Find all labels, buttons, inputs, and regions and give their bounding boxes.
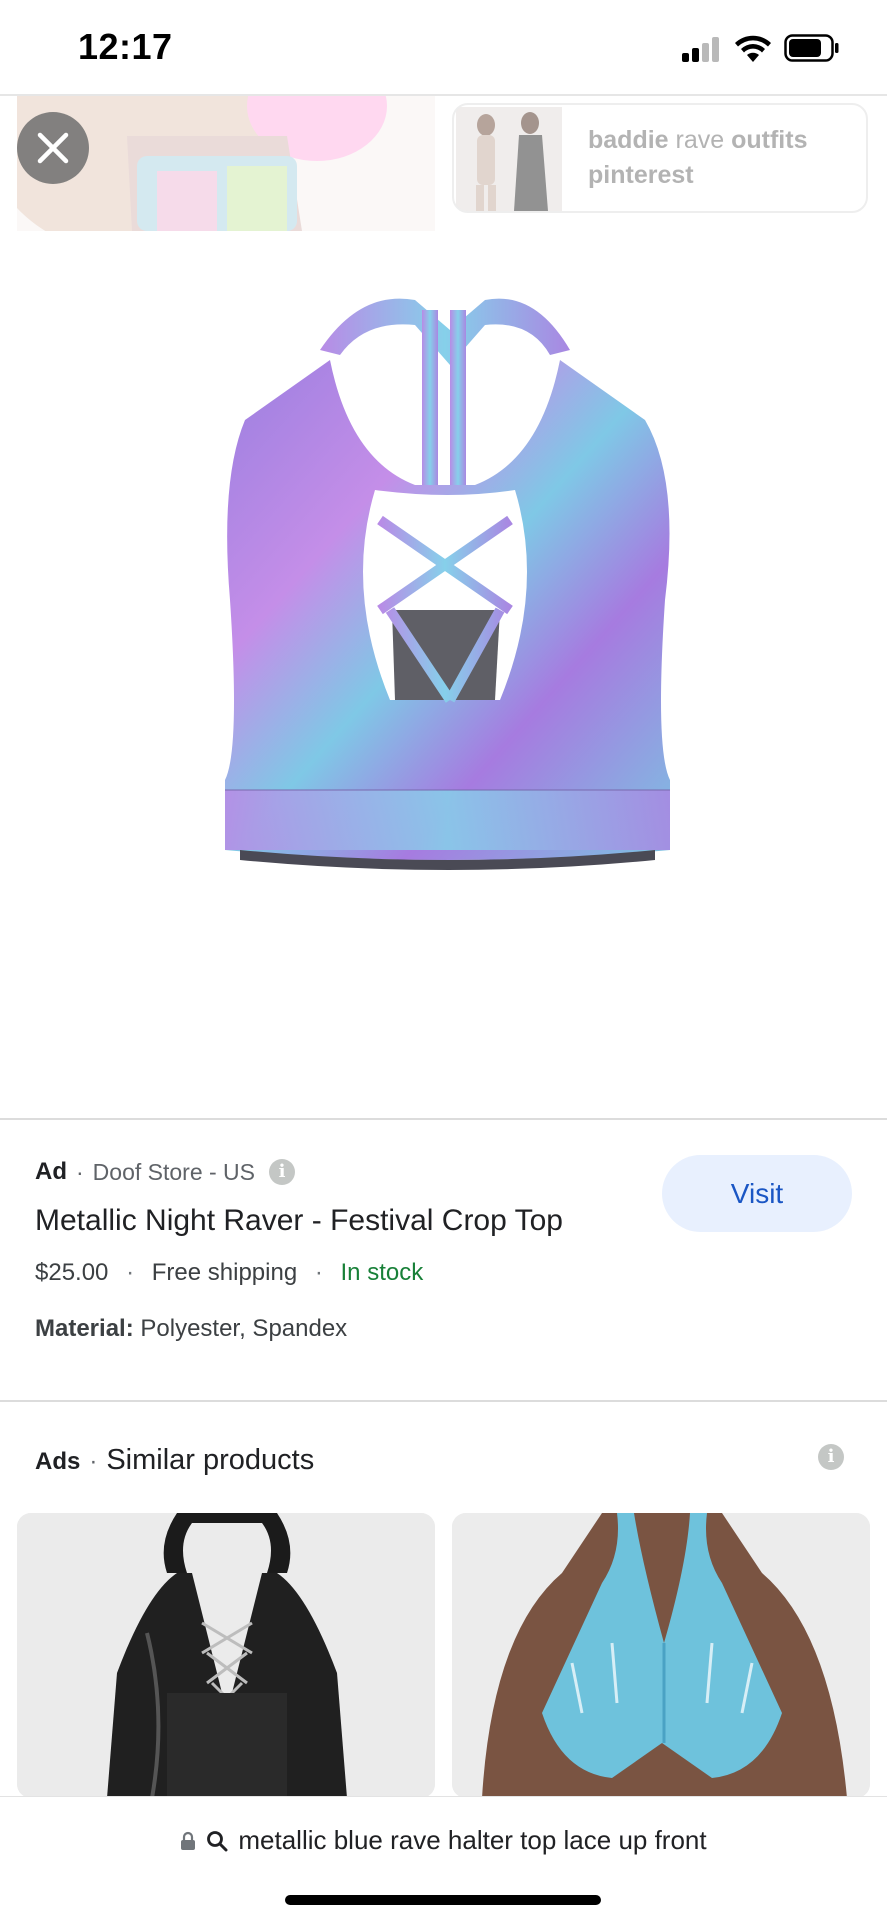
info-icon[interactable]: i: [818, 1444, 844, 1470]
separator-dot: ·: [314, 1259, 323, 1286]
store-name[interactable]: Doof Store - US: [93, 1159, 255, 1186]
stock-status: In stock: [340, 1259, 424, 1286]
battery-icon: [784, 34, 839, 62]
wifi-icon: [735, 35, 771, 62]
ads-label: Ads: [35, 1448, 81, 1475]
material-label: Material:: [35, 1315, 134, 1342]
section-divider: [0, 1118, 887, 1120]
separator-dot: ·: [76, 1158, 84, 1185]
visit-button[interactable]: Visit: [662, 1155, 852, 1232]
product-title[interactable]: Metallic Night Raver - Festival Crop Top: [35, 1204, 563, 1238]
ad-label: Ad: [35, 1158, 67, 1185]
section-divider: [0, 1400, 887, 1402]
similar-products-title: Similar products: [106, 1444, 315, 1476]
status-time: 12:17: [78, 26, 173, 67]
search-query-row[interactable]: metallic blue rave halter top lace up fr…: [0, 1825, 887, 1856]
info-icon[interactable]: i: [269, 1159, 296, 1185]
home-indicator[interactable]: [285, 1895, 601, 1905]
similar-products-heading: Ads · Similar products: [35, 1444, 314, 1477]
product-image: [225, 298, 670, 870]
ad-source-line: Ad · Doof Store - US i: [35, 1158, 296, 1186]
lock-icon: [181, 1831, 196, 1850]
search-icon: [207, 1830, 228, 1851]
similar-product-card[interactable]: [452, 1513, 870, 1798]
related-search-text: baddie rave outfits pinterest: [588, 126, 808, 189]
signal-icon: [682, 36, 722, 62]
similar-product-image: [17, 1513, 435, 1798]
material-value: Polyester, Spandex: [140, 1315, 348, 1342]
close-icon: [37, 132, 69, 164]
price-line: $25.00 · Free shipping · In stock: [35, 1259, 423, 1287]
similar-product-image: [452, 1513, 870, 1798]
close-button[interactable]: [17, 112, 89, 184]
status-bar: 12:17: [0, 0, 887, 94]
similar-product-card[interactable]: [17, 1513, 435, 1798]
related-search-card[interactable]: baddie rave outfits pinterest: [452, 103, 868, 213]
shipping-info: Free shipping: [151, 1259, 298, 1286]
separator-dot: ·: [126, 1259, 135, 1286]
separator-dot: ·: [89, 1448, 98, 1475]
related-search-thumbnail: [456, 107, 562, 211]
material-line: Material: Polyester, Spandex: [35, 1315, 347, 1343]
price: $25.00: [35, 1259, 109, 1286]
search-query-text[interactable]: metallic blue rave halter top lace up fr…: [238, 1825, 706, 1856]
bottom-search-bar[interactable]: metallic blue rave halter top lace up fr…: [0, 1796, 887, 1920]
